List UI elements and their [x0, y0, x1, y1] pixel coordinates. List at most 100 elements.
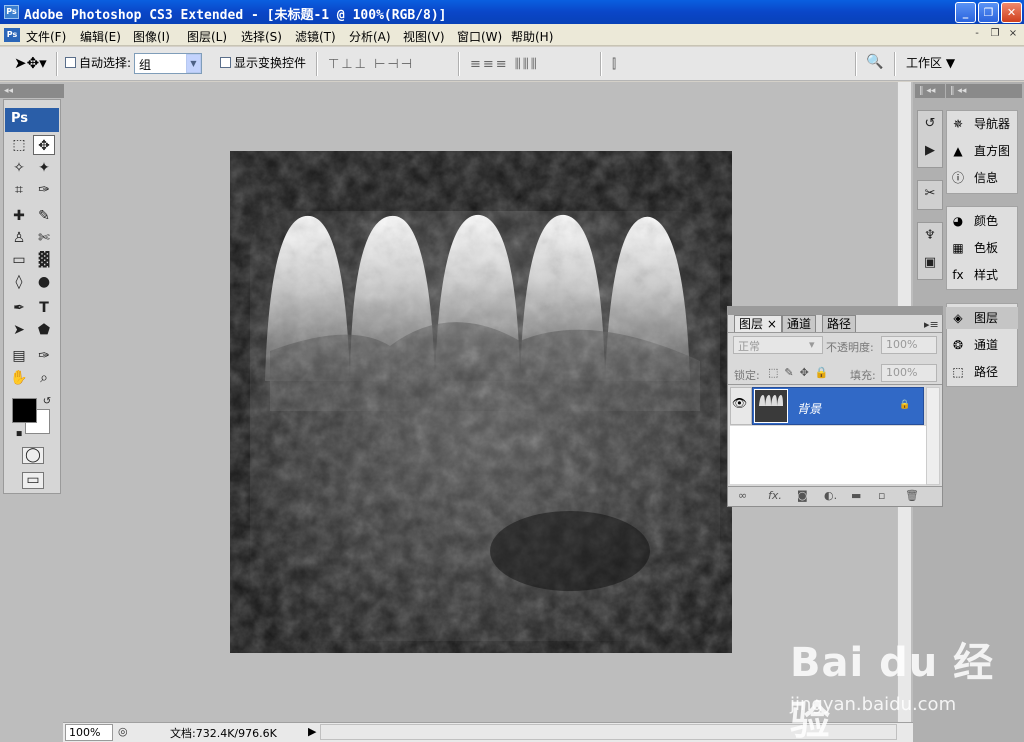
default-colors-icon[interactable]: ◾	[8, 424, 30, 444]
menu-file[interactable]: 文件(F)	[26, 28, 66, 45]
menu-image[interactable]: 图像(I)	[133, 28, 170, 45]
zoom-field[interactable]: 100%	[65, 724, 113, 741]
swatches-panel-button[interactable]: ▦ 色板	[946, 237, 1018, 259]
hand-tool-icon[interactable]: ✋	[8, 368, 30, 388]
menu-analysis[interactable]: 分析(A)	[349, 28, 391, 45]
path-selection-tool-icon[interactable]: ➤	[8, 320, 30, 340]
doc-minimize-button[interactable]: -	[970, 28, 984, 41]
lock-icons[interactable]: ⬚✎✥🔒	[768, 366, 835, 379]
channels-panel-button[interactable]: ❂ 通道	[946, 334, 1018, 356]
fx-icon[interactable]: fx.	[768, 489, 782, 502]
crop-tool-icon[interactable]: ⌗	[8, 180, 30, 200]
menu-select[interactable]: 选择(S)	[241, 28, 282, 45]
styles-panel-button[interactable]: fx 样式	[946, 264, 1018, 286]
eyedropper-tool-icon[interactable]: ✑	[33, 346, 55, 366]
auto-align-icon[interactable]: ⫿	[612, 57, 618, 72]
navigator-panel-button[interactable]: ✵ 导航器	[946, 113, 1018, 135]
minimize-button[interactable]: _	[955, 2, 976, 23]
eye-icon[interactable]: 👁	[732, 396, 747, 410]
photoshop-logo[interactable]: Ps	[5, 108, 59, 132]
chevron-down-icon[interactable]: ▼	[186, 54, 201, 73]
separator	[894, 52, 896, 76]
layers-panel-button[interactable]: ◈ 图层	[946, 307, 1018, 329]
layer-mask-icon[interactable]: ◙	[797, 489, 808, 502]
bridge-icon[interactable]: 🔍	[866, 54, 883, 70]
workspace-button[interactable]: 工作区 ▼	[906, 54, 955, 71]
align-icons[interactable]: ⊤⊥⊥ ⊢⊣⊣	[328, 57, 414, 72]
eraser-tool-icon[interactable]: ▭	[8, 250, 30, 270]
tab-channels[interactable]: 通道	[782, 315, 817, 332]
new-group-icon[interactable]: ▬	[851, 489, 861, 502]
blur-tool-icon[interactable]: ◊	[8, 272, 30, 292]
shape-tool-icon[interactable]: ⬟	[33, 320, 55, 340]
link-layers-icon[interactable]: ∞	[738, 489, 747, 502]
panel-menu-icon[interactable]: ▸≡	[924, 318, 939, 331]
document-canvas[interactable]	[230, 151, 732, 653]
slice-tool-icon[interactable]: ✑	[33, 180, 55, 200]
tool-presets-icon[interactable]: ✂	[920, 184, 940, 204]
doc-restore-button[interactable]: ❐	[988, 28, 1002, 41]
type-tool-icon[interactable]: T	[33, 298, 55, 318]
show-transform-checkbox[interactable]	[220, 57, 231, 68]
menu-window[interactable]: 窗口(W)	[457, 28, 502, 45]
doc-close-button[interactable]: ×	[1006, 28, 1020, 41]
menu-view[interactable]: 视图(V)	[403, 28, 445, 45]
layers-scrollbar[interactable]	[926, 387, 940, 485]
status-menu-arrow-icon[interactable]: ▶	[308, 725, 316, 738]
histogram-panel-button[interactable]: ▲ 直方图	[946, 140, 1018, 162]
clone-source-icon[interactable]: ▣	[920, 253, 940, 273]
menu-layer[interactable]: 图层(L)	[187, 28, 227, 45]
watermark-logo-text: Bai du 经验	[790, 640, 995, 742]
toolbox-grip[interactable]: ◂◂	[0, 84, 64, 98]
panel-dock-grip[interactable]: ‖ ◂◂	[946, 84, 1022, 98]
paths-panel-button[interactable]: ⬚ 路径	[946, 361, 1018, 383]
stone-texture-artwork	[230, 151, 732, 653]
clone-stamp-tool-icon[interactable]: ♙	[8, 228, 30, 248]
restore-button[interactable]: ❐	[978, 2, 999, 23]
menu-edit[interactable]: 编辑(E)	[80, 28, 121, 45]
gradient-tool-icon[interactable]: ▓	[33, 250, 55, 270]
screen-mode-icon[interactable]: ▭	[22, 472, 44, 489]
channels-icon: ❂	[952, 338, 964, 352]
opacity-field[interactable]: 100%	[881, 336, 937, 354]
menu-help[interactable]: 帮助(H)	[511, 28, 553, 45]
marquee-tool-icon[interactable]: ⬚	[8, 135, 30, 155]
move-tool-icon[interactable]: ➤✥▾	[14, 54, 47, 72]
history-brush-tool-icon[interactable]: ✄	[33, 228, 55, 248]
quick-mask-icon[interactable]: ◯	[22, 447, 44, 464]
menu-filter[interactable]: 滤镜(T)	[295, 28, 336, 45]
new-layer-icon[interactable]: ▫	[878, 489, 885, 502]
close-button[interactable]: ✕	[1001, 2, 1022, 23]
controls-divider	[728, 384, 942, 385]
brushes-icon[interactable]: ♆	[920, 226, 940, 246]
foreground-color-swatch[interactable]	[12, 398, 37, 423]
color-panel-button[interactable]: ◕ 颜色	[946, 210, 1018, 232]
history-icon[interactable]: ↺	[920, 114, 940, 134]
fill-field[interactable]: 100%	[881, 364, 937, 382]
brush-tool-icon[interactable]: ✎	[33, 206, 55, 226]
dodge-tool-icon[interactable]: ●	[33, 272, 55, 292]
icon-dock-grip[interactable]: ‖ ◂◂	[915, 84, 945, 98]
info-panel-button[interactable]: ⓘ 信息	[946, 167, 1018, 189]
magic-wand-tool-icon[interactable]: ✦	[33, 158, 55, 178]
auto-select-checkbox[interactable]	[65, 57, 76, 68]
histogram-icon: ▲	[953, 144, 963, 158]
status-icon[interactable]: ◎	[118, 725, 128, 738]
pen-tool-icon[interactable]: ✒	[8, 298, 30, 318]
adjustment-layer-icon[interactable]: ◐.	[824, 489, 837, 502]
close-icon[interactable]: ×	[767, 317, 777, 331]
notes-tool-icon[interactable]: ▤	[8, 346, 30, 366]
tab-paths[interactable]: 路径	[822, 315, 857, 332]
distribute-icons[interactable]: ≡≡≡ ⫼⫼⫼	[470, 57, 539, 72]
zoom-tool-icon[interactable]: ⌕	[33, 368, 55, 388]
move-tool-icon[interactable]: ✥	[33, 135, 55, 155]
healing-brush-tool-icon[interactable]: ✚	[8, 206, 30, 226]
options-bar: ➤✥▾ 自动选择: 组 ▼ 显示变换控件 ⊤⊥⊥ ⊢⊣⊣ ≡≡≡ ⫼⫼⫼ ⫿ 🔍…	[0, 47, 1024, 81]
actions-icon[interactable]: ▶	[920, 141, 940, 161]
tab-layers[interactable]: 图层 ×	[734, 315, 782, 332]
lasso-tool-icon[interactable]: ✧	[8, 158, 30, 178]
delete-layer-icon[interactable]: 🗑	[905, 489, 919, 502]
document-icon[interactable]: Ps	[4, 28, 20, 42]
layers-panel-grip[interactable]	[727, 306, 943, 315]
layer-name[interactable]: 背景	[797, 400, 821, 417]
